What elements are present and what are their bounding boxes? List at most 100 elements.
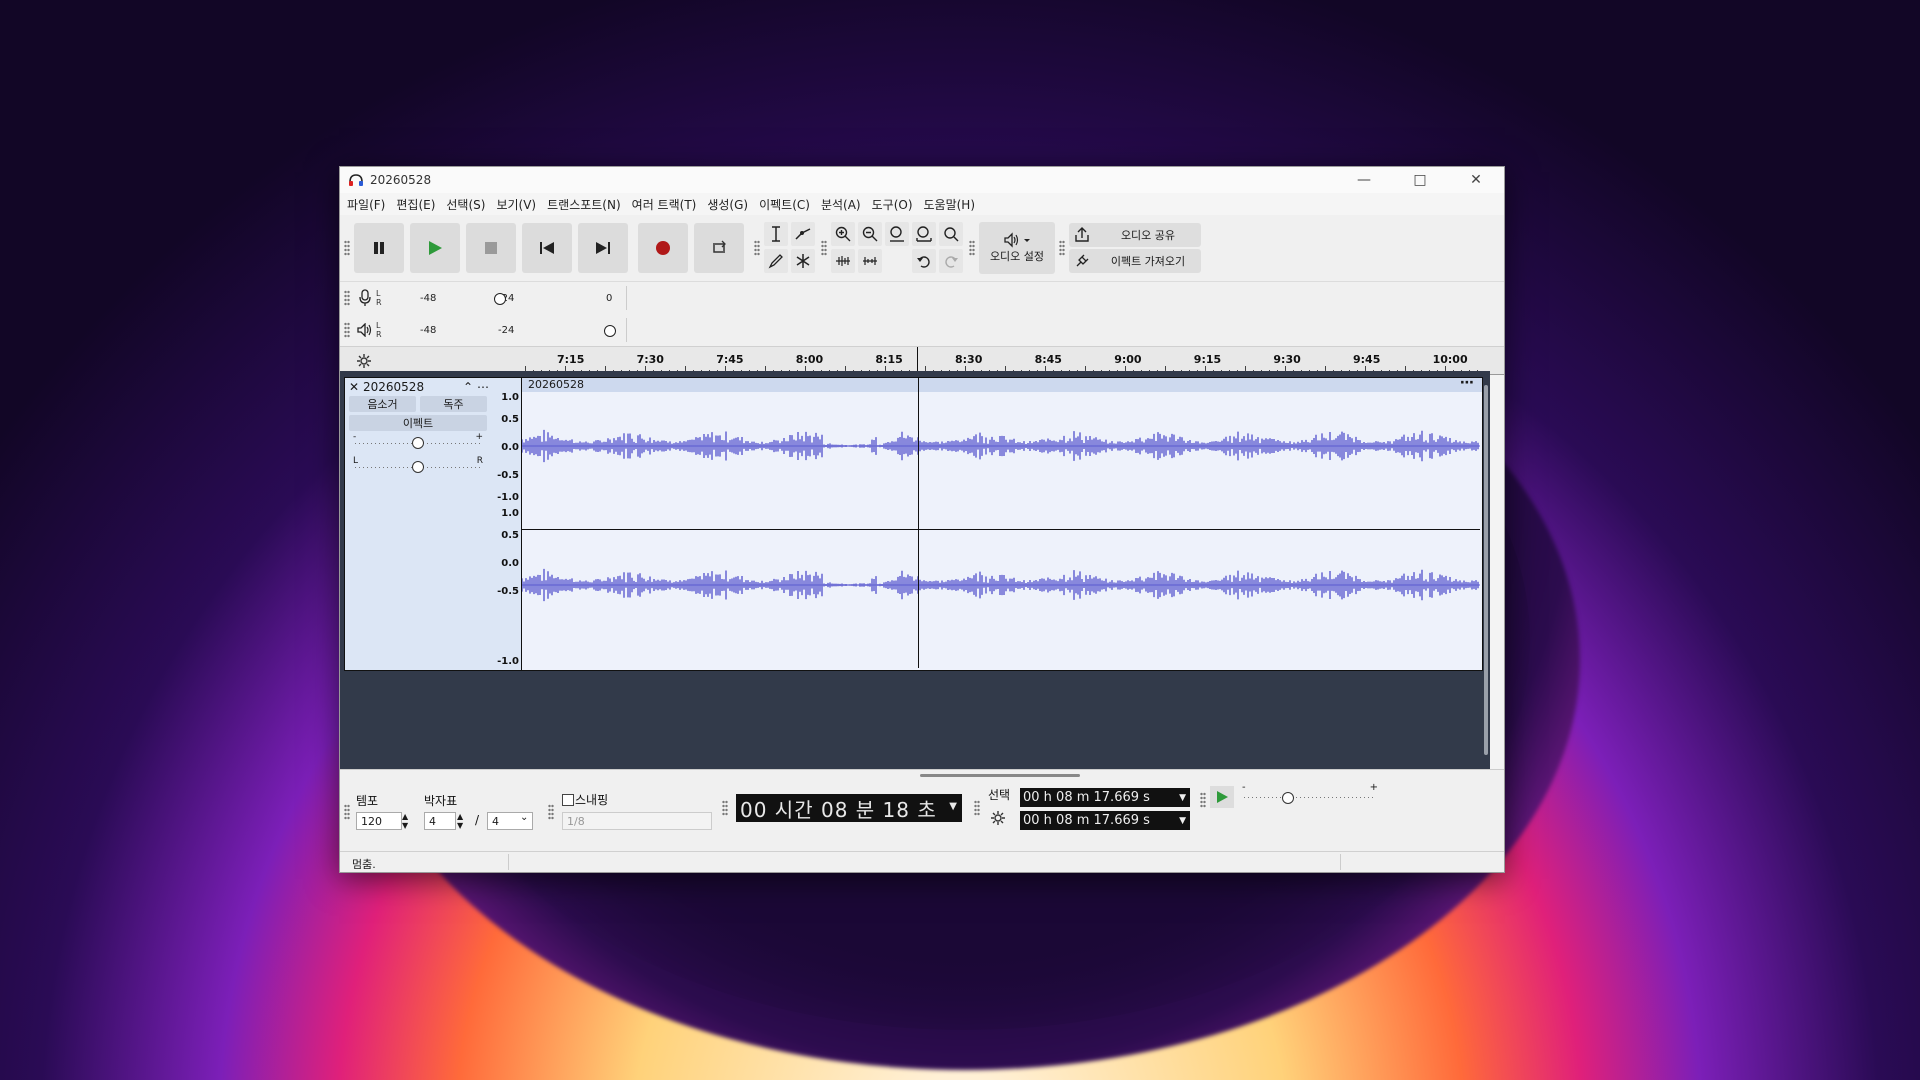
menu-effect[interactable]: 이펙트(C) [756,196,818,213]
snap-dropdown[interactable]: 1/8 [562,812,712,830]
get-effects-button[interactable]: 이펙트 가져오기 [1069,249,1201,273]
skip-end-button[interactable] [578,223,628,273]
play-meter[interactable]: LR -48 -24 [340,314,1504,346]
record-level-slider-knob[interactable] [494,293,506,305]
menu-help[interactable]: 도움말(H) [921,196,984,213]
zoom-out-button[interactable] [858,221,882,246]
toolbar-grip[interactable] [548,804,554,820]
amplitude-scale[interactable]: 1.0 0.5 0.0 -0.5 -1.0 1.0 0.5 0.0 -0.5 -… [491,377,521,671]
horizontal-scrollbar[interactable] [920,774,1080,777]
menu-view[interactable]: 보기(V) [493,196,544,213]
fit-project-button[interactable] [912,221,936,246]
toolbar-grip[interactable] [821,240,827,256]
zoom-in-button[interactable] [831,221,855,246]
maximize-icon[interactable]: □ [1392,167,1448,193]
zoom-toggle-button[interactable] [939,221,963,246]
snap-checkbox[interactable] [562,794,574,806]
skip-start-icon [540,242,554,254]
fit-selection-button[interactable] [885,221,909,246]
meter-tick-48: -48 [420,325,437,336]
menu-transport[interactable]: 트랜스포트(N) [544,196,629,213]
mute-button[interactable]: 음소거 [349,396,416,412]
waveform-clip[interactable]: 20260528 ⋯ [521,375,1483,671]
gain-slider-knob[interactable] [412,437,424,449]
toolbar-grip[interactable] [344,240,350,256]
play-at-speed-button[interactable] [1210,786,1234,808]
minimize-icon[interactable]: — [1336,167,1392,193]
pause-button[interactable] [354,223,404,273]
record-meter[interactable]: LR -48 -24 0 [340,282,1504,314]
track-name[interactable]: 20260528 [363,380,463,394]
skip-start-button[interactable] [522,223,572,273]
tempo-spinner-icon[interactable]: ▲ ▼ [402,812,408,830]
stop-button[interactable] [466,223,516,273]
pan-slider-knob[interactable] [412,461,424,473]
track-area[interactable]: ✕ 20260528 ⌃ ⋯ 음소거 독주 이펙트 - + L R 1.0 0.… [340,371,1490,769]
scale-label: 0.5 [501,414,519,425]
zoom-fit-selection-icon [890,225,904,242]
close-icon[interactable]: ✕ [1448,167,1504,193]
selection-start-time[interactable]: 00 h 08 m 17.669 s ▼ [1020,788,1190,807]
toolbar-grip[interactable] [969,240,975,256]
play-level-slider-knob[interactable] [604,325,616,337]
toolbar-grip[interactable] [344,804,350,820]
silence-button[interactable] [858,248,882,273]
clip-title-bar[interactable]: 20260528 ⋯ [522,375,1482,392]
redo-button[interactable] [939,248,963,273]
menu-tracks[interactable]: 여러 트랙(T) [629,196,705,213]
numerator-spinner-icon[interactable]: ▲ ▼ [457,812,463,830]
playhead-marker[interactable] [917,347,918,374]
pencil-icon [768,253,783,268]
menu-generate[interactable]: 생성(G) [704,196,756,213]
time-signature-numerator[interactable]: 4 [424,812,456,830]
track-menu-icon[interactable]: ⋯ [477,380,491,394]
toolbar-grip[interactable] [754,240,760,256]
menu-tools[interactable]: 도구(O) [869,196,921,213]
selection-tool-button[interactable] [764,221,788,246]
record-meter-scale[interactable]: -48 -24 0 [386,286,627,310]
selection-end-time[interactable]: 00 h 08 m 17.669 s ▼ [1020,811,1190,830]
track-effects-button[interactable]: 이펙트 [349,415,487,431]
track-close-icon[interactable]: ✕ [349,380,363,394]
share-audio-button[interactable]: 오디오 공유 [1069,223,1201,247]
multi-tool-button[interactable] [791,248,815,273]
audio-setup-button[interactable]: 오디오 설정 [979,222,1055,274]
share-toolbar: 오디오 공유 이펙트 가져오기 [1069,221,1201,275]
time-display-dropdown-icon[interactable]: ▼ [949,801,958,812]
speed-minus-label: - [1242,782,1246,793]
gain-slider[interactable]: - + [345,432,491,452]
title-bar: 20260528 — □ ✕ [340,167,1504,193]
toolbar-grip[interactable] [344,322,350,338]
toolbar-grip[interactable] [722,800,728,816]
toolbar-grip[interactable] [1200,792,1206,808]
menu-analyze[interactable]: 분석(A) [818,196,869,213]
playback-speed-slider[interactable]: - + [1240,782,1380,808]
waveform-display[interactable] [522,392,1480,668]
envelope-tool-button[interactable] [791,221,815,246]
record-button[interactable] [638,223,688,273]
stop-icon [485,242,497,254]
menu-edit[interactable]: 편집(E) [393,196,443,213]
menu-select[interactable]: 선택(S) [443,196,493,213]
time-display[interactable]: 00 시간 08 분 18 초 ▼ [736,794,962,822]
timeline-settings-icon[interactable] [356,353,372,369]
clip-menu-icon[interactable]: ⋯ [1460,375,1474,391]
undo-button[interactable] [912,248,936,273]
selection-settings-icon[interactable] [990,810,1006,826]
trim-button[interactable] [831,248,855,273]
speed-slider-knob[interactable] [1282,792,1294,804]
toolbar-grip[interactable] [1059,240,1065,256]
solo-button[interactable]: 독주 [420,396,487,412]
toolbar-grip[interactable] [974,800,980,816]
menu-file[interactable]: 파일(F) [344,196,393,213]
draw-tool-button[interactable] [764,248,788,273]
loop-button[interactable] [694,223,744,273]
chevron-down-icon: ▼ [1179,815,1186,826]
track-collapse-icon[interactable]: ⌃ [463,380,477,394]
tempo-input[interactable]: 120 [356,812,402,830]
play-button[interactable] [410,223,460,273]
toolbar-grip[interactable] [344,290,350,306]
play-meter-scale[interactable]: -48 -24 [386,318,627,342]
vertical-scrollbar[interactable] [1484,385,1488,755]
pan-slider[interactable]: L R [345,456,491,476]
